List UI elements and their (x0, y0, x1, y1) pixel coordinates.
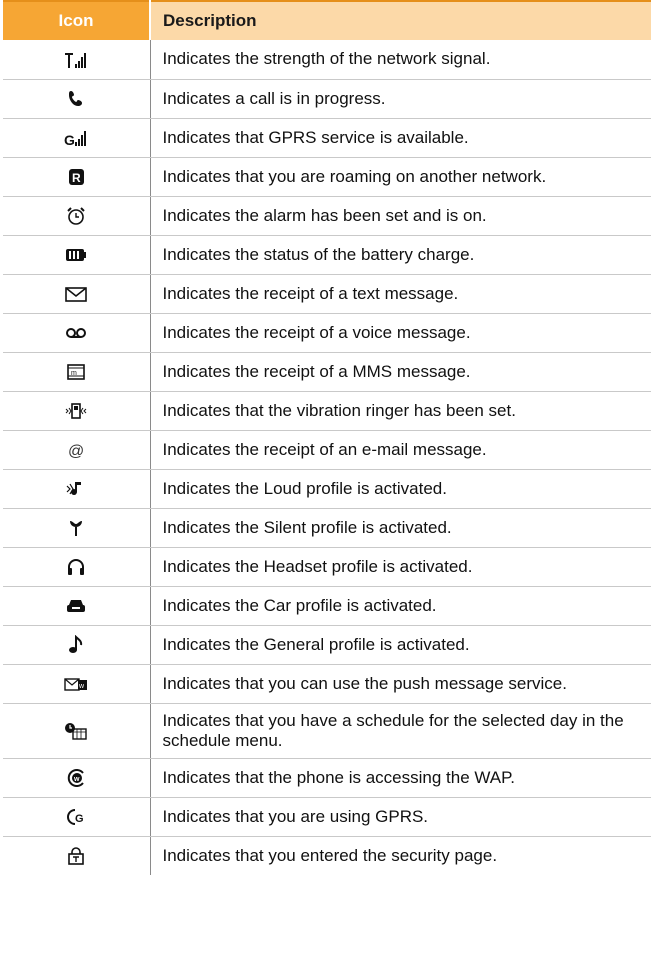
description-cell: Indicates a call is in progress. (150, 79, 651, 119)
table-row: Indicates that the vibration ringer has … (3, 391, 651, 431)
description-cell: Indicates that GPRS service is available… (150, 118, 651, 158)
table-row: R Indicates that you are roaming on anoth… (3, 157, 651, 197)
table-body: Indicates the strength of the network si… (3, 40, 651, 875)
description-cell: Indicates that you have a schedule for t… (150, 703, 651, 759)
icon-cell: G (3, 118, 151, 158)
description-cell: Indicates the strength of the network si… (150, 40, 651, 80)
description-cell: Indicates that you are using GPRS. (150, 797, 651, 837)
icon-cell (3, 196, 151, 236)
table-row: Indicates the alarm has been set and is … (3, 196, 651, 236)
icon-cell (3, 469, 151, 509)
text-message-icon (63, 284, 89, 304)
schedule-icon (63, 721, 89, 741)
wap-icon: w (63, 768, 89, 788)
table-header-row: Icon Description (3, 0, 651, 40)
description-cell: Indicates the receipt of an e-mail messa… (150, 430, 651, 470)
icon-cell (3, 40, 151, 80)
table-row: Indicates the Loud profile is activated. (3, 469, 651, 509)
description-column-header: Description (150, 0, 651, 40)
icon-cell (3, 391, 151, 431)
security-page-icon (63, 846, 89, 866)
description-cell: Indicates that you entered the security … (162, 845, 498, 865)
svg-text:w: w (78, 683, 85, 690)
general-profile-icon (63, 634, 89, 655)
svg-text:m: m (71, 370, 77, 377)
description-cell: Indicates that the vibration ringer has … (150, 391, 651, 431)
icon-cell (3, 235, 151, 275)
table-row: Indicates the Headset profile is activat… (3, 547, 651, 587)
table-row: Indicates that you entered the security … (3, 836, 651, 875)
table-row: Indicates the Silent profile is activate… (3, 508, 651, 548)
svg-text:G: G (64, 132, 75, 148)
table-row: Indicates the receipt of a text message. (3, 274, 651, 314)
icon-cell: w (3, 758, 151, 798)
icon-cell: w (3, 664, 151, 704)
headset-profile-icon (63, 557, 89, 577)
table-row: Indicates the receipt of a voice message… (3, 313, 651, 353)
vibration-icon (63, 401, 89, 421)
description-cell: Indicates the Headset profile is activat… (150, 547, 651, 587)
description-cell: Indicates that you are roaming on anothe… (150, 157, 651, 197)
table-row: Indicates the status of the battery char… (3, 235, 651, 275)
icon-cell (3, 508, 151, 548)
icon-cell: @ (3, 430, 151, 470)
table-row: G Indicates that you are using GPRS. (3, 797, 651, 837)
voicemail-icon (63, 323, 89, 343)
svg-text:w: w (73, 776, 80, 783)
icon-cell (3, 274, 151, 314)
table-row: Indicates a call is in progress. (3, 79, 651, 119)
description-cell: Indicates the receipt of a MMS message. (150, 352, 651, 392)
table-row: G Indicates that GPRS service is availabl… (3, 118, 651, 158)
roaming-icon: R (63, 167, 89, 187)
icon-cell (3, 703, 151, 759)
icon-cell (3, 586, 151, 626)
table-row: w Indicates that you can use the push mes… (3, 664, 651, 704)
description-cell: Indicates the receipt of a voice message… (150, 313, 651, 353)
table-row: w Indicates that the phone is accessing t… (3, 758, 651, 798)
table-row: Indicates the Car profile is activated. (3, 586, 651, 626)
alarm-clock-icon (63, 206, 89, 226)
svg-text:R: R (72, 171, 81, 185)
description-cell: Indicates the Silent profile is activate… (150, 508, 651, 548)
push-message-icon: w (63, 674, 89, 694)
gprs-in-use-icon: G (63, 807, 89, 827)
icon-cell (3, 836, 151, 875)
car-profile-icon (63, 596, 89, 616)
call-in-progress-icon (63, 89, 89, 109)
signal-strength-icon (63, 50, 89, 70)
gprs-signal-icon: G (63, 128, 89, 148)
icon-cell: m (3, 352, 151, 392)
email-icon: @ (63, 440, 89, 460)
description-cell: Indicates the status of the battery char… (150, 235, 651, 275)
icon-cell (3, 625, 151, 665)
description-cell: Indicates that the phone is accessing th… (150, 758, 651, 798)
table-row: Indicates that you have a schedule for t… (3, 703, 651, 759)
description-cell: Indicates that you can use the push mess… (150, 664, 651, 704)
description-cell: Indicates the Car profile is activated. (150, 586, 651, 626)
description-cell: Indicates the receipt of a text message. (150, 274, 651, 314)
icon-description-table: Icon Description Indicates the strength … (3, 0, 651, 875)
battery-icon (63, 245, 89, 265)
icon-cell (3, 313, 151, 353)
mms-icon: m (63, 362, 89, 382)
loud-profile-icon (63, 479, 89, 499)
table-row: @ Indicates the receipt of an e-mail mess… (3, 430, 651, 470)
description-cell: Indicates the alarm has been set and is … (150, 196, 651, 236)
icon-column-header: Icon (3, 0, 151, 40)
icon-cell (3, 547, 151, 587)
table-row: Indicates the General profile is activat… (3, 625, 651, 665)
icon-cell: G (3, 797, 151, 837)
icon-cell (3, 79, 151, 119)
icon-cell: R (3, 157, 151, 197)
table-row: m Indicates the receipt of a MMS message. (3, 352, 651, 392)
svg-text:@: @ (68, 443, 84, 460)
description-cell: Indicates the Loud profile is activated. (150, 469, 651, 509)
description-cell: Indicates the General profile is activat… (150, 625, 651, 665)
table-row: Indicates the strength of the network si… (3, 40, 651, 80)
svg-text:G: G (75, 813, 84, 825)
silent-profile-icon (63, 518, 89, 538)
